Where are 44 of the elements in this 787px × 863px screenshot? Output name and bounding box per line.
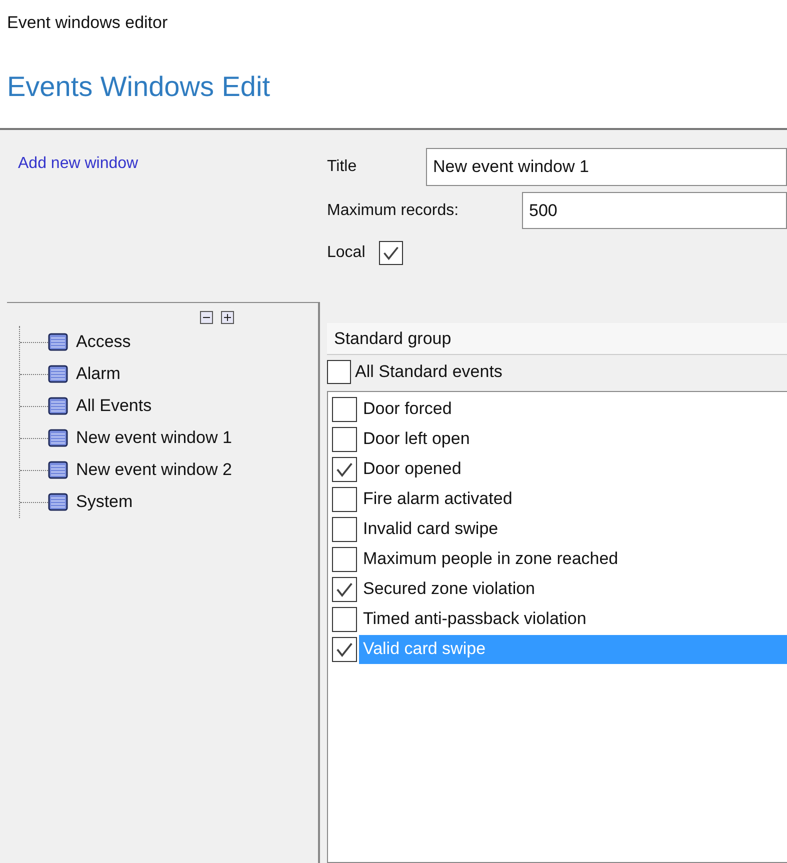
checkbox-label: All Standard events (355, 361, 502, 384)
collapse-icon[interactable] (200, 311, 213, 324)
add-window-link[interactable]: Add new window (18, 152, 138, 176)
title-field[interactable]: New event window 1 (426, 148, 787, 186)
checkbox[interactable] (332, 456, 357, 482)
window-title: Event windows editor (7, 12, 168, 34)
page-heading: Events Windows Edit (7, 70, 270, 104)
event-item[interactable]: Door opened (359, 454, 466, 484)
list-icon (48, 461, 68, 479)
group-header: Standard group (327, 323, 787, 355)
event-item[interactable]: Invalid card swipe (359, 514, 502, 544)
max-records-field[interactable]: 500 (522, 192, 787, 229)
event-item[interactable]: Secured zone violation (359, 574, 540, 604)
list-icon (48, 365, 68, 383)
field-label: Maximum records: (327, 200, 460, 220)
checkbox[interactable] (327, 360, 351, 384)
field-label: Title (327, 157, 358, 177)
checkbox[interactable] (332, 396, 357, 422)
checkbox[interactable] (332, 636, 357, 662)
tree-item[interactable]: Access (76, 329, 131, 355)
checkbox[interactable] (332, 546, 357, 572)
tree-item[interactable]: System (76, 489, 133, 515)
checkbox[interactable] (332, 516, 357, 542)
list-icon (48, 429, 68, 447)
event-item[interactable]: Door left open (359, 424, 474, 454)
tree-item[interactable]: New event window 2 (76, 457, 232, 483)
checkbox[interactable] (379, 241, 404, 265)
event-item[interactable]: Fire alarm activated (359, 484, 516, 514)
checkbox[interactable] (332, 606, 357, 632)
checkbox[interactable] (332, 576, 357, 602)
event-item[interactable]: Door forced (359, 394, 456, 424)
list-icon (48, 493, 68, 511)
check-icon (382, 244, 400, 262)
list-icon (48, 397, 68, 415)
field-label: Local (327, 243, 366, 263)
checkbox[interactable] (332, 486, 357, 512)
checkbox[interactable] (332, 426, 357, 452)
tree-item[interactable]: New event window 1 (76, 425, 232, 451)
event-item[interactable]: Timed anti-passback violation (359, 604, 590, 634)
list-icon (48, 333, 68, 351)
tree-item[interactable]: Alarm (76, 361, 120, 387)
expand-icon[interactable] (221, 311, 234, 324)
event-item[interactable]: Maximum people in zone reached (359, 544, 622, 574)
tree-item[interactable]: All Events (76, 393, 152, 419)
